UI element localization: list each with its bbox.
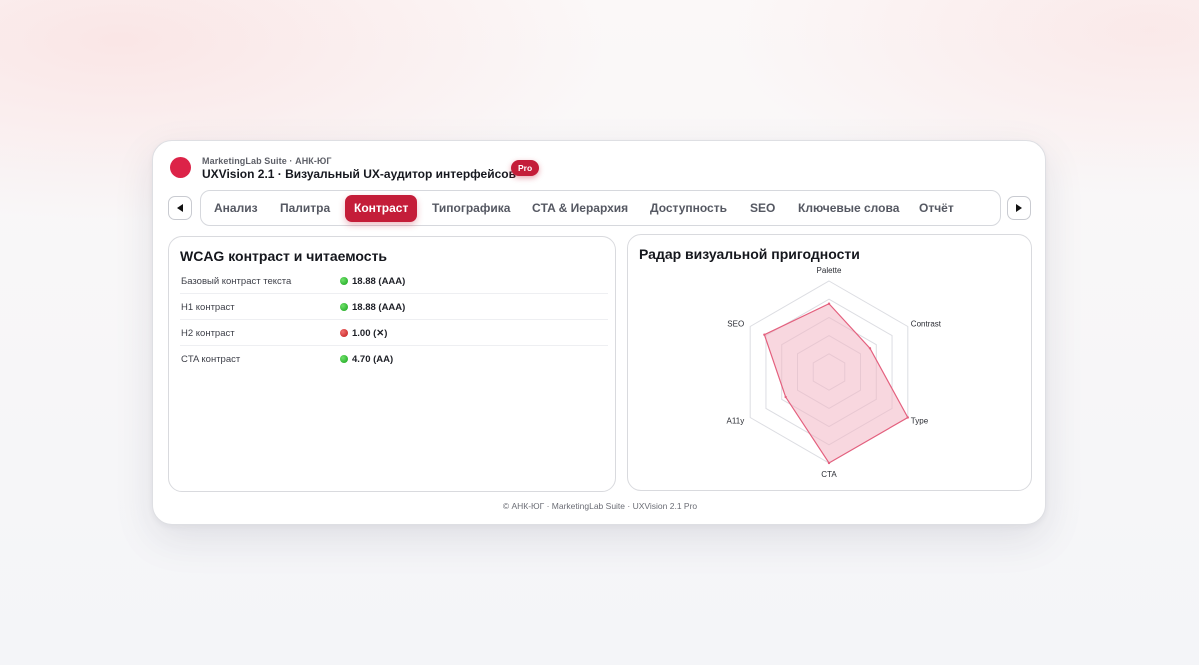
contrast-row-label: CTA контраст [181, 354, 241, 365]
radar-data-point [763, 333, 766, 336]
tabs-prev-button[interactable] [168, 196, 192, 220]
tabs-next-button[interactable] [1007, 196, 1031, 220]
contrast-row-value: 18.88 (AAA) [352, 302, 406, 313]
radar-axis-label-seo: SEO [727, 320, 744, 329]
radar-axis-label-cta: CTA [821, 470, 837, 479]
brand-suite: MarketingLab Suite · АНК-ЮГ [202, 156, 332, 166]
contrast-row: H2 контраст 1.00 (✕) [180, 320, 608, 346]
status-pass-icon [340, 355, 348, 363]
contrast-row: Базовый контраст текста 18.88 (AAA) [180, 268, 608, 294]
radar-card: Радар визуальной пригодности Palette Cont… [627, 234, 1032, 491]
contrast-card-title: WCAG контраст и читаемость [180, 248, 388, 264]
tab-seo[interactable]: SEO [750, 195, 775, 222]
radar-data-point [827, 461, 831, 465]
contrast-row-label: Базовый контраст текста [181, 276, 292, 287]
radar-data-area [763, 303, 909, 464]
brand-logo [170, 157, 191, 178]
tab-analysis[interactable]: Анализ [214, 195, 258, 222]
tab-contrast[interactable]: Контраст [345, 195, 418, 222]
contrast-row-label: H1 контраст [181, 302, 235, 313]
radar-data-point [868, 347, 872, 350]
radar-data-point [827, 302, 831, 305]
triangle-left-icon [177, 204, 183, 212]
triangle-right-icon [1016, 204, 1022, 212]
contrast-row-label: H2 контраст [181, 328, 235, 339]
status-fail-icon [340, 329, 348, 337]
pro-badge: Pro [511, 160, 540, 176]
footer-text: © АНК-ЮГ · MarketingLab Suite · UXVision… [502, 501, 698, 511]
tab-cta-hierarchy[interactable]: CTA & Иерархия [532, 195, 628, 222]
radar-axis-label-type: Type [911, 417, 929, 426]
contrast-row-value: 1.00 (✕) [352, 328, 388, 339]
radar-data-point [906, 416, 910, 419]
app-title: UXVision 2.1 · Визуальный UX-аудитор инт… [202, 167, 516, 181]
tab-typography[interactable]: Типографика [432, 195, 510, 222]
tab-report[interactable]: Отчёт [919, 195, 954, 222]
status-pass-icon [340, 303, 348, 311]
radar-data-point [784, 395, 787, 399]
radar-axis-label-palette: Palette [817, 266, 842, 275]
contrast-row-value: 4.70 (AA) [352, 354, 394, 365]
tab-palette[interactable]: Палитра [280, 195, 330, 222]
app-window: MarketingLab Suite · АНК-ЮГ UXVision 2.1… [152, 140, 1046, 525]
radar-axis-label-contrast: Contrast [911, 320, 942, 329]
radar-chart: Palette Contrast Type CTA A11y SEO [727, 266, 942, 479]
tab-accessibility[interactable]: Доступность [650, 195, 727, 222]
radar-axis-label-a11y: A11y [727, 417, 745, 426]
contrast-card: WCAG контраст и читаемость Базовый контр… [168, 236, 616, 492]
tab-bar: Анализ Палитра Контраст Типографика CTA … [200, 190, 1001, 226]
status-pass-icon [340, 277, 348, 285]
contrast-row-value: 18.88 (AAA) [352, 276, 406, 287]
contrast-row: CTA контраст 4.70 (AA) [180, 346, 608, 372]
contrast-row: H1 контраст 18.88 (AAA) [180, 294, 608, 320]
tab-keywords[interactable]: Ключевые слова [798, 195, 899, 222]
